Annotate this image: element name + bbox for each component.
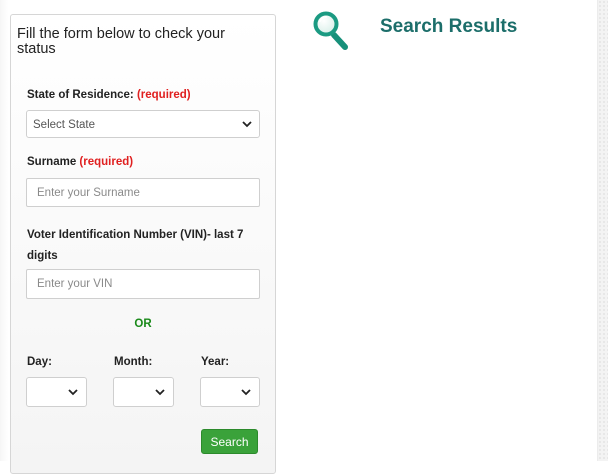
magnifier-icon	[313, 11, 348, 50]
form-intro: Fill the form below to check your status	[17, 26, 225, 57]
chevron-down-icon	[68, 389, 78, 396]
chevron-down-icon	[241, 389, 251, 396]
state-label-text: State of Residence:	[27, 89, 134, 101]
or-divider: OR	[134, 318, 152, 330]
page-gutter	[0, 0, 8, 461]
scrollbar-track[interactable]	[597, 0, 608, 461]
surname-required-marker: (required)	[79, 156, 134, 168]
year-label: Year:	[201, 356, 230, 368]
surname-label-text: Surname	[27, 156, 77, 168]
vin-input[interactable]	[26, 269, 260, 299]
chevron-down-icon	[155, 389, 165, 396]
state-label: State of Residence: (required)	[27, 89, 191, 101]
surname-label: Surname (required)	[27, 156, 133, 168]
month-select[interactable]	[113, 377, 174, 407]
vin-label: Voter Identification Number (VIN)- last …	[27, 229, 244, 262]
state-select[interactable]: Select State	[26, 110, 260, 138]
chevron-down-icon	[242, 121, 252, 128]
state-required-marker: (required)	[136, 89, 191, 101]
search-results-title: Search Results	[380, 16, 518, 37]
search-button[interactable]: Search	[201, 429, 258, 454]
day-select[interactable]	[26, 377, 87, 407]
month-label: Month:	[114, 356, 153, 368]
surname-input[interactable]	[26, 178, 260, 207]
state-select-value: Select State	[33, 119, 96, 131]
day-label: Day:	[27, 356, 52, 368]
year-select[interactable]	[200, 377, 260, 407]
